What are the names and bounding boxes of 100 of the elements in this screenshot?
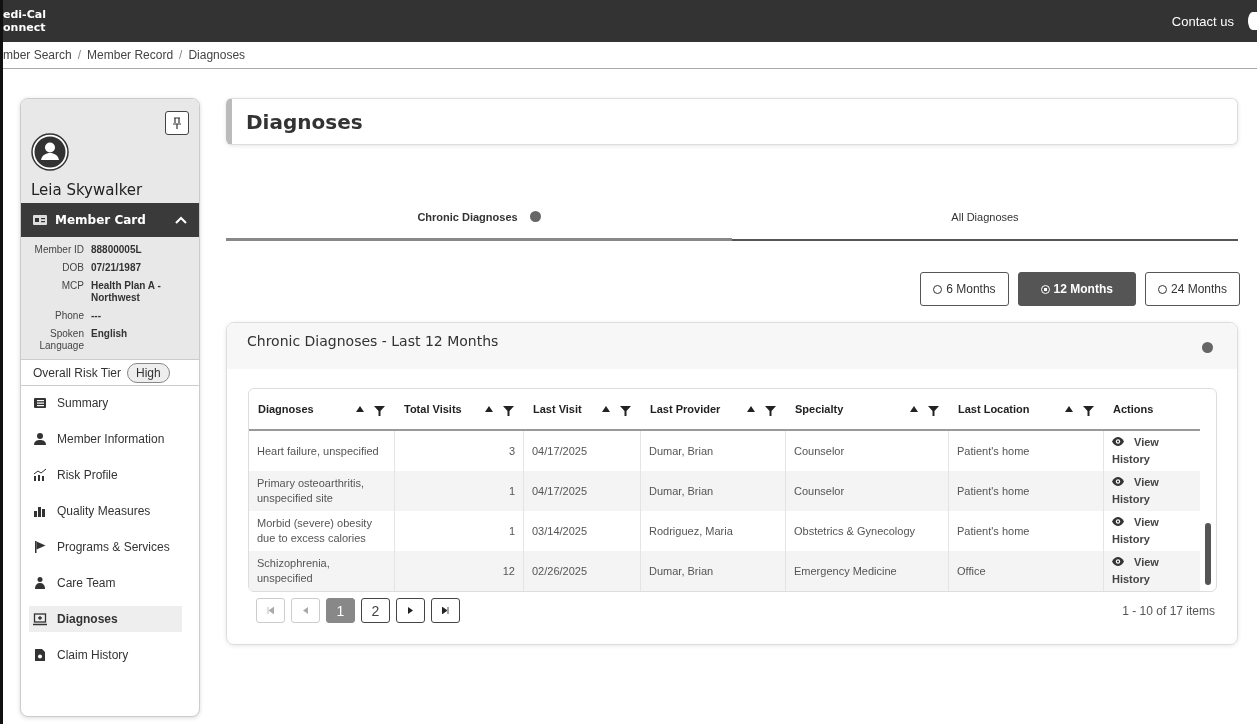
view-history-link[interactable]: View History — [1112, 474, 1191, 508]
field-value: 88800005L — [91, 244, 143, 256]
previous-icon — [303, 607, 308, 614]
filter-icon[interactable] — [620, 405, 631, 416]
field-value: 07/21/1987 — [91, 262, 143, 274]
nav-item[interactable]: Quality Measures — [29, 498, 191, 524]
scrollbar-thumb[interactable] — [1205, 523, 1211, 585]
filter-icon[interactable] — [503, 405, 514, 416]
eye-icon — [1112, 437, 1124, 446]
nav-item[interactable]: Claim History — [29, 642, 191, 668]
table-cell: Dumar, Brian — [641, 551, 786, 591]
column-header[interactable]: Total Visits — [395, 389, 524, 429]
sort-icon[interactable] — [910, 406, 918, 412]
eye-icon — [1112, 477, 1124, 486]
tab[interactable]: All Diagnoses — [732, 185, 1238, 241]
field-label: MCP — [60, 280, 84, 293]
list-icon — [33, 396, 47, 410]
contact-link[interactable]: Contact us — [1171, 13, 1234, 29]
sort-icon[interactable] — [602, 406, 610, 412]
flag-icon — [33, 540, 47, 554]
member-name: Leia Skywalker — [31, 181, 144, 199]
id-card-icon — [33, 215, 47, 225]
table-cell: Counselor — [786, 471, 949, 511]
field-value: English — [91, 328, 129, 341]
help-icon[interactable] — [529, 211, 541, 222]
filter-icon[interactable] — [928, 405, 939, 416]
nav-item[interactable]: Summary — [29, 390, 191, 416]
pagination-summary: 1 - 10 of 17 items — [1122, 603, 1215, 618]
chevron-icon — [175, 216, 187, 224]
avatar-icon — [31, 133, 69, 171]
field-label: Phone — [54, 310, 84, 322]
period-button[interactable]: 12 Months — [1017, 272, 1136, 306]
pin-button[interactable] — [165, 111, 189, 135]
field-label: DOB — [61, 262, 84, 274]
column-header[interactable]: Last Visit — [524, 389, 641, 429]
nav-item[interactable]: Care Team — [29, 570, 191, 596]
table-cell: Patient's home — [949, 471, 1104, 511]
sort-icon[interactable] — [747, 406, 755, 412]
tab[interactable]: Chronic Diagnoses — [226, 185, 732, 241]
table-cell: 1 — [395, 471, 524, 511]
breadcrumb-link[interactable]: Diagnoses — [188, 48, 246, 62]
column-header[interactable]: Last Location — [949, 389, 1104, 429]
field-value: Health Plan A - Northwest — [91, 280, 162, 304]
breadcrumb-separator: / — [77, 48, 82, 62]
table-cell: Office — [949, 551, 1104, 591]
chart-icon — [33, 468, 47, 482]
table-cell: 04/17/2025 — [524, 471, 641, 511]
last-page-button[interactable] — [431, 598, 460, 623]
app-logo[interactable]: edi-Cal onnect — [3, 8, 46, 34]
sort-icon[interactable] — [356, 406, 364, 412]
breadcrumb-link[interactable]: mber Search — [3, 48, 72, 62]
nav-item[interactable]: Diagnoses — [29, 606, 182, 632]
member-card-title: Member Card — [55, 213, 147, 227]
field-value: --- — [91, 310, 102, 322]
period-button[interactable]: 6 Months — [920, 272, 1009, 306]
monitor-icon — [33, 612, 47, 626]
period-button[interactable]: 24 Months — [1144, 272, 1240, 306]
field-label: Spoken Language — [38, 328, 84, 352]
view-history-link[interactable]: View History — [1112, 554, 1191, 588]
next-icon — [408, 607, 413, 614]
member-card-header[interactable]: Member Card — [21, 203, 199, 237]
bar-chart-icon — [33, 504, 47, 518]
first-page-icon — [267, 607, 274, 614]
table-cell: 12 — [395, 551, 524, 591]
column-header[interactable]: Specialty — [786, 389, 949, 429]
column-header[interactable]: Diagnoses — [249, 389, 395, 429]
table-cell: Dumar, Brian — [641, 471, 786, 511]
field-label: Member ID — [33, 244, 84, 256]
breadcrumb-separator: / — [179, 48, 183, 62]
risk-tier-badge: High — [127, 362, 170, 383]
breadcrumb-link[interactable]: Member Record — [87, 48, 174, 62]
panel-title: Chronic Diagnoses - Last 12 Months — [247, 333, 499, 349]
table-cell: Schizophrenia, unspecified — [249, 551, 395, 591]
table-cell: Primary osteoarthritis, unspecified site — [249, 471, 395, 511]
column-header[interactable]: Last Provider — [641, 389, 786, 429]
eye-icon — [1112, 517, 1124, 526]
view-history-link[interactable]: View History — [1112, 514, 1191, 548]
next-page-button[interactable] — [396, 598, 425, 623]
pin-icon — [172, 117, 182, 129]
table-cell: Emergency Medicine — [786, 551, 949, 591]
help-icon[interactable] — [1202, 342, 1213, 353]
table-cell: 02/26/2025 — [524, 551, 641, 591]
sort-icon[interactable] — [485, 406, 493, 412]
document-icon — [33, 648, 47, 662]
page-button[interactable]: 1 — [326, 598, 355, 623]
nav-item[interactable]: Risk Profile — [29, 462, 191, 488]
person-icon — [33, 432, 47, 446]
people-icon — [33, 576, 47, 590]
risk-tier-label: Overall Risk Tier — [33, 365, 121, 380]
nav-item[interactable]: Programs & Services — [29, 534, 191, 560]
filter-icon[interactable] — [1083, 405, 1094, 416]
filter-icon[interactable] — [374, 405, 385, 416]
view-history-link[interactable]: View History — [1112, 434, 1191, 468]
last-page-icon — [442, 607, 449, 614]
eye-icon — [1112, 557, 1124, 566]
nav-item[interactable]: Member Information — [29, 426, 191, 452]
column-header[interactable]: Actions — [1104, 389, 1199, 429]
filter-icon[interactable] — [765, 405, 776, 416]
sort-icon[interactable] — [1065, 406, 1073, 412]
page-button[interactable]: 2 — [361, 598, 390, 623]
